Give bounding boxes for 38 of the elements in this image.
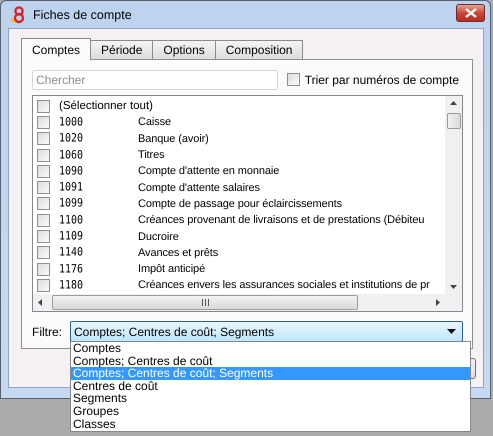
account-number: 1091 (59, 181, 84, 194)
window-title: Fiches de compte (33, 8, 133, 22)
account-number: 1000 (59, 116, 84, 129)
account-number: 1140 (59, 246, 84, 260)
list-item-label: (Sélectionner tout) (59, 100, 153, 112)
account-number: 1099 (59, 198, 84, 210)
dropdown-option[interactable]: Comptes (71, 342, 470, 355)
account-description: Compte de passage pour éclaircissements (138, 198, 342, 210)
account-description: Créances envers les assurances sociales et institutions de pr (138, 279, 430, 292)
account-description: Compte d'attente salaires (138, 182, 260, 194)
tab[interactable]: Composition (214, 40, 304, 59)
dropdown-option[interactable]: Comptes; Centres de coût (71, 354, 470, 368)
account-description: Titres (138, 149, 164, 162)
account-description: Banque (avoir) (138, 132, 209, 145)
dropdown-option[interactable]: Segments (71, 392, 470, 405)
account-description: Ducroire (138, 230, 179, 243)
tab[interactable]: Période (90, 40, 154, 59)
account-number: 1180 (59, 279, 84, 292)
dropdown-option[interactable]: Classes (71, 418, 470, 430)
account-description: Avances et prêts (138, 246, 218, 259)
account-description: Créances provenant de livraisons et de prestations (Débiteu (138, 214, 424, 226)
tab[interactable]: Comptes (21, 38, 92, 60)
account-number: 1109 (59, 230, 84, 243)
dropdown-option[interactable]: Centres de coût (71, 380, 470, 392)
account-number: 1090 (59, 165, 84, 178)
account-description: Caisse (138, 116, 172, 128)
tab[interactable]: Options (152, 40, 216, 59)
account-description: Compte d'attente en monnaie (138, 165, 280, 178)
account-number: 1060 (59, 148, 84, 162)
filter-label: Filtre: (32, 324, 62, 338)
filter-dropdown[interactable]: Comptes; Centres de coût; Segments (70, 321, 463, 342)
account-number: 1100 (59, 214, 84, 227)
checkbox-label: Trier par numéros de compte (304, 72, 459, 86)
account-number: 1176 (59, 262, 84, 276)
account-number: 1020 (59, 132, 84, 146)
account-description: Impôt anticipé (138, 263, 206, 276)
dropdown-option[interactable]: Groupes (71, 404, 470, 418)
search-field[interactable]: Chercher (32, 70, 278, 90)
